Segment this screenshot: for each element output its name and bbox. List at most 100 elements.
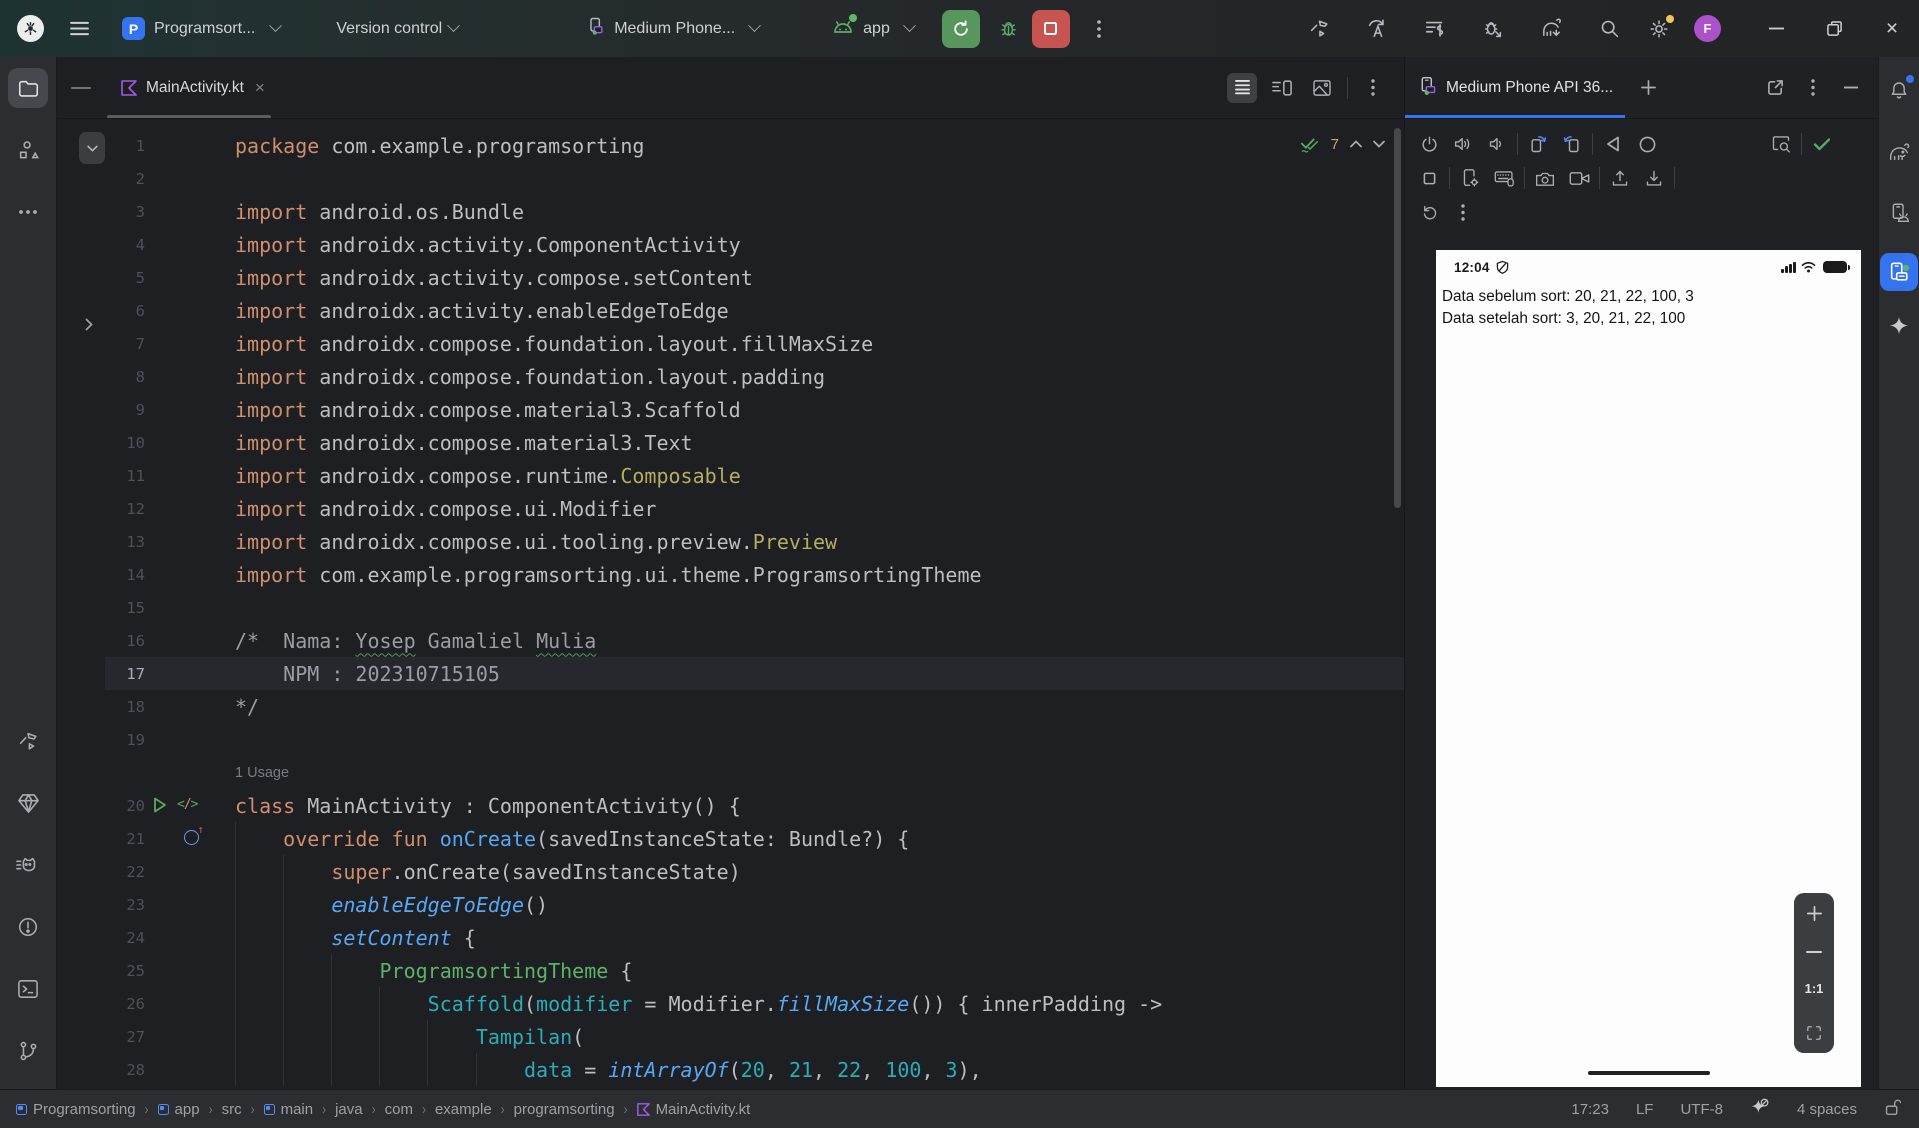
snapshot-restore-icon[interactable] xyxy=(1415,198,1443,226)
code-line[interactable]: 20 </> class MainActivity : ComponentActiv… xyxy=(105,789,1404,822)
code-line[interactable]: 28 data = intArrayOf(20, 21, 22, 100, 3)… xyxy=(105,1053,1404,1086)
code-view-toggle[interactable] xyxy=(1227,72,1257,103)
zoom-out-icon[interactable] xyxy=(1806,950,1822,953)
breadcrumb-item[interactable]: programsorting xyxy=(514,1101,615,1118)
volume-down-icon[interactable] xyxy=(1483,130,1511,158)
gradle-sync-icon[interactable] xyxy=(1536,14,1566,44)
breadcrumb-item[interactable]: main xyxy=(263,1101,313,1118)
gemini-button[interactable] xyxy=(1882,309,1916,343)
breadcrumb-item[interactable]: Programsorting xyxy=(16,1101,136,1118)
sidebar-item-more[interactable] xyxy=(8,192,48,232)
split-view-toggle[interactable] xyxy=(1267,73,1297,103)
code-line[interactable]: 13 import androidx.compose.ui.tooling.pre… xyxy=(105,525,1404,558)
breadcrumb-item[interactable]: com xyxy=(385,1101,413,1118)
search-icon[interactable] xyxy=(1594,14,1624,44)
overrides-method-icon[interactable] xyxy=(184,823,204,845)
code-line[interactable]: 8 import androidx.compose.foundation.layo… xyxy=(105,360,1404,393)
upload-file-icon[interactable] xyxy=(1606,164,1634,192)
emulator-screen[interactable]: 12:04 Data sebelum sort: 20, 21, 22, 100… xyxy=(1436,250,1861,1087)
device-tab[interactable]: Medium Phone API 36... xyxy=(1405,57,1626,118)
home-icon[interactable] xyxy=(1633,130,1661,158)
sidebar-item-problems[interactable] xyxy=(8,907,48,947)
code-line[interactable]: 2 xyxy=(105,162,1404,195)
fit-to-screen-icon[interactable] xyxy=(1806,1025,1822,1041)
code-line[interactable]: 24 setContent { xyxy=(105,921,1404,954)
expand-project-panel-icon[interactable] xyxy=(85,318,93,336)
volume-up-icon[interactable] xyxy=(1449,130,1477,158)
device-settings-icon[interactable] xyxy=(1456,164,1484,192)
add-tab-icon[interactable] xyxy=(1633,73,1663,103)
debug-bug-icon[interactable] xyxy=(994,14,1024,44)
run-config-selector[interactable]: app xyxy=(831,14,916,41)
camera-icon[interactable] xyxy=(1531,164,1559,192)
code-line[interactable]: 18 */ xyxy=(105,690,1404,723)
sidebar-item-build[interactable] xyxy=(8,721,48,761)
device-manager-button[interactable] xyxy=(1882,196,1916,230)
sidebar-item-structure[interactable] xyxy=(8,130,48,170)
screenshot-icon[interactable] xyxy=(1767,130,1795,158)
more-vertical-icon[interactable] xyxy=(1798,73,1828,103)
more-vertical-icon[interactable] xyxy=(1449,198,1477,226)
breadcrumb-item[interactable]: src xyxy=(222,1101,242,1118)
code-line[interactable]: 22 super.onCreate(savedInstanceState) xyxy=(105,855,1404,888)
prev-problem-icon[interactable] xyxy=(1350,135,1362,153)
compose-preview-icon[interactable]: </> xyxy=(177,797,198,812)
project-selector[interactable]: P Programsort... xyxy=(122,17,283,40)
code-line[interactable]: 23 enableEdgeToEdge() xyxy=(105,888,1404,921)
code-line[interactable]: 25 ProgramsortingTheme { xyxy=(105,954,1404,987)
code-editor[interactable]: 1 package com.example.programsorting 2 3 imp… xyxy=(57,119,1404,1089)
breadcrumb-item[interactable]: app xyxy=(157,1101,200,1118)
minimize-icon[interactable] xyxy=(1761,14,1791,44)
sidebar-item-logcat[interactable] xyxy=(8,845,48,885)
code-line[interactable]: 9 import androidx.compose.material3.Scaff… xyxy=(105,393,1404,426)
ai-assistant-off-icon[interactable] xyxy=(1750,1098,1770,1121)
code-line[interactable]: 26 Scaffold(modifier = Modifier.fillMaxS… xyxy=(105,987,1404,1020)
notifications-button[interactable] xyxy=(1882,73,1916,107)
close-icon[interactable]: × xyxy=(1877,14,1907,44)
restore-icon[interactable] xyxy=(1819,14,1849,44)
breadcrumb-item[interactable]: java xyxy=(335,1101,363,1118)
version-control-menu[interactable]: Version control xyxy=(336,19,461,38)
code-line[interactable]: 7 import androidx.compose.foundation.layo… xyxy=(105,327,1404,360)
code-line[interactable]: 15 xyxy=(105,591,1404,624)
download-file-icon[interactable] xyxy=(1640,164,1668,192)
build-hammer-icon[interactable] xyxy=(1304,14,1334,44)
code-line[interactable]: 11 import androidx.compose.runtime.Compos… xyxy=(105,459,1404,492)
attach-debugger-icon[interactable] xyxy=(1478,14,1508,44)
zoom-in-icon[interactable] xyxy=(1806,905,1823,922)
apply-changes-icon[interactable] xyxy=(1362,14,1392,44)
code-line[interactable]: 10 import androidx.compose.material3.Text xyxy=(105,426,1404,459)
hamburger-menu-icon[interactable] xyxy=(64,14,94,44)
code-line[interactable]: 17 NPM : 202310715105 xyxy=(105,657,1404,690)
rotate-left-icon[interactable] xyxy=(1524,130,1552,158)
code-line[interactable]: 1 package com.example.programsorting xyxy=(105,129,1404,162)
code-line[interactable]: 6 import androidx.activity.enableEdgeToEd… xyxy=(105,294,1404,327)
editor-tab-mainactivity[interactable]: MainActivity.kt × xyxy=(105,57,277,118)
overview-icon[interactable] xyxy=(1415,164,1443,192)
close-tab-icon[interactable]: × xyxy=(255,79,265,96)
caret-position[interactable]: 17:23 xyxy=(1571,1101,1609,1118)
editor-scrollbar[interactable] xyxy=(1394,128,1401,508)
gutter-chevron-down-button[interactable] xyxy=(79,132,105,164)
profiler-icon[interactable] xyxy=(1420,14,1450,44)
phone-nav-handle[interactable] xyxy=(1587,1071,1710,1075)
code-line[interactable]: 4 import androidx.activity.ComponentActiv… xyxy=(105,228,1404,261)
sidebar-item-app-quality-insights[interactable] xyxy=(8,783,48,823)
inspection-widget[interactable]: 7 xyxy=(1300,135,1385,153)
record-video-icon[interactable] xyxy=(1565,164,1593,192)
code-lines[interactable]: 1 package com.example.programsorting 2 3 imp… xyxy=(105,119,1404,1089)
stop-button[interactable] xyxy=(1031,9,1070,48)
power-icon[interactable] xyxy=(1415,130,1443,158)
breadcrumb[interactable]: Programsorting › app › src › main › java › com › exa… xyxy=(16,1101,750,1118)
back-icon[interactable] xyxy=(1599,130,1627,158)
virtual-keyboard-icon[interactable] xyxy=(1490,164,1518,192)
run-class-icon[interactable] xyxy=(153,797,167,813)
zoom-level[interactable]: 1:1 xyxy=(1805,981,1824,996)
rerun-button[interactable] xyxy=(941,9,980,48)
settings-gear-icon[interactable] xyxy=(1644,14,1674,44)
next-problem-icon[interactable] xyxy=(1373,135,1385,153)
code-line[interactable]: 3 import android.os.Bundle xyxy=(105,195,1404,228)
rotate-right-icon[interactable] xyxy=(1558,130,1586,158)
breadcrumb-item[interactable]: MainActivity.kt xyxy=(636,1101,750,1118)
gradle-button[interactable] xyxy=(1882,134,1916,168)
